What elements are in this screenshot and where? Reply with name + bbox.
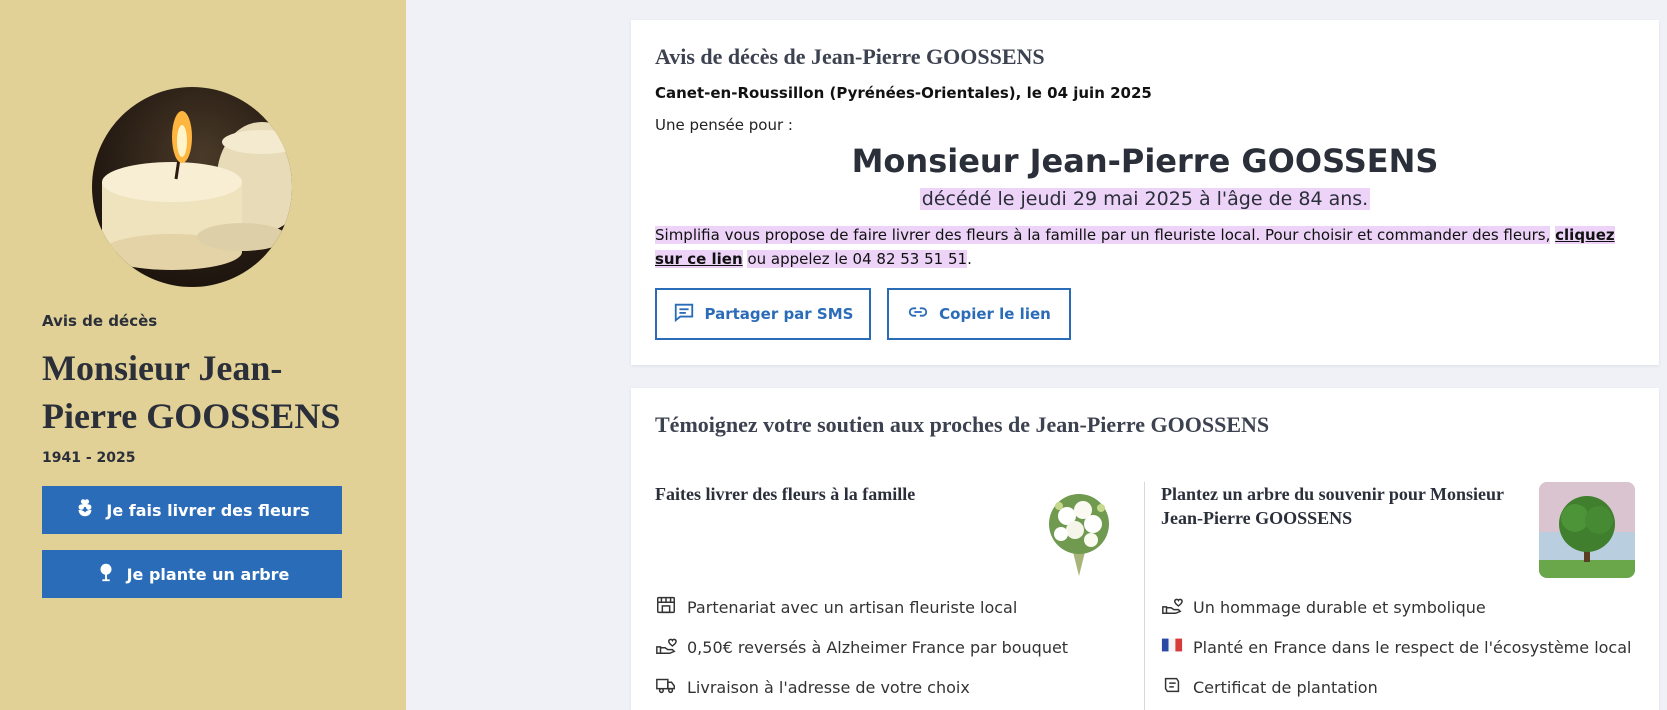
- column-divider: [1144, 482, 1145, 710]
- deceased-details-text: décédé le jeudi 29 mai 2025 à l'âge de 8…: [919, 188, 1371, 210]
- page-title: Monsieur Jean-Pierre GOOSSENS: [42, 348, 341, 436]
- bouquet-image[interactable]: [1031, 484, 1127, 580]
- feature-tribute: Un hommage durable et symbolique: [1161, 594, 1486, 620]
- copy-link-label: Copier le lien: [939, 305, 1051, 323]
- promo-text: Simplifia vous propose de faire livrer d…: [655, 226, 1551, 244]
- share-sms-label: Partager par SMS: [704, 305, 854, 323]
- deliver-flowers-label: Je fais livrer des fleurs: [106, 500, 310, 520]
- pensee-label: Une pensée pour :: [655, 116, 793, 134]
- feature-text: Partenariat avec un artisan fleuriste lo…: [687, 597, 1018, 617]
- notice-location-date: Canet-en-Roussillon (Pyrénées-Orientales…: [655, 84, 1152, 102]
- candle-photo: [92, 87, 292, 287]
- notice-title: Avis de décès de Jean-Pierre GOOSSENS: [655, 44, 1045, 69]
- flowers-column-title: Faites livrer des fleurs à la famille: [655, 484, 916, 504]
- support-card: Témoignez votre soutien aux proches de J…: [631, 388, 1659, 710]
- tree-icon: [95, 561, 117, 587]
- deceased-details: décédé le jeudi 29 mai 2025 à l'âge de 8…: [631, 188, 1659, 210]
- notice-date: , le 04 juin 2025: [1015, 84, 1152, 102]
- certificate-icon: [1161, 674, 1183, 700]
- share-sms-button[interactable]: Partager par SMS: [655, 288, 871, 340]
- france-flag-icon: [1161, 634, 1183, 660]
- promo-end: .: [967, 250, 972, 268]
- tree-column-title: Plantez un arbre du souvenir pour Monsie…: [1161, 484, 1504, 528]
- truck-icon: [655, 674, 677, 700]
- flower-icon: [74, 497, 96, 523]
- message-icon: [673, 301, 695, 327]
- feature-donation: 0,50€ reversés à Alzheimer France par bo…: [655, 634, 1068, 660]
- notice-location: Canet-en-Roussillon (Pyrénées-Orientales…: [655, 84, 1016, 102]
- promo-phone: ou appelez le 04 82 53 51 51: [747, 250, 968, 268]
- hand-heart-icon: [655, 634, 677, 660]
- feature-text: 0,50€ reversés à Alzheimer France par bo…: [687, 637, 1069, 657]
- plant-tree-label: Je plante un arbre: [126, 564, 290, 584]
- shop-icon: [655, 594, 677, 620]
- copy-link-button[interactable]: Copier le lien: [887, 288, 1071, 340]
- feature-text: Certificat de plantation: [1193, 677, 1378, 697]
- tree-image[interactable]: [1539, 482, 1635, 578]
- feature-certificate: Certificat de plantation: [1161, 674, 1378, 700]
- plant-tree-button[interactable]: Je plante un arbre: [42, 550, 342, 598]
- feature-partner-florist: Partenariat avec un artisan fleuriste lo…: [655, 594, 1017, 620]
- feature-delivery: Livraison à l'adresse de votre choix: [655, 674, 970, 700]
- feature-text: Planté en France dans le respect de l'éc…: [1193, 637, 1632, 657]
- deliver-flowers-button[interactable]: Je fais livrer des fleurs: [42, 486, 342, 534]
- flowers-promo: Simplifia vous propose de faire livrer d…: [655, 223, 1639, 271]
- death-notice-card: Avis de décès de Jean-Pierre GOOSSENS Ca…: [631, 20, 1659, 365]
- page-kicker: Avis de décès: [42, 312, 158, 330]
- life-years: 1941 - 2025: [42, 450, 136, 466]
- feature-text: Livraison à l'adresse de votre choix: [687, 677, 970, 697]
- feature-planted-france: Planté en France dans le respect de l'éc…: [1161, 634, 1631, 660]
- hand-heart-icon: [1161, 594, 1183, 620]
- link-icon: [907, 301, 929, 327]
- support-title: Témoignez votre soutien aux proches de J…: [655, 412, 1270, 437]
- feature-text: Un hommage durable et symbolique: [1193, 597, 1486, 617]
- deceased-name: Monsieur Jean-Pierre GOOSSENS: [851, 142, 1439, 180]
- sidebar: Avis de décès Monsieur Jean-Pierre GOOSS…: [0, 0, 406, 710]
